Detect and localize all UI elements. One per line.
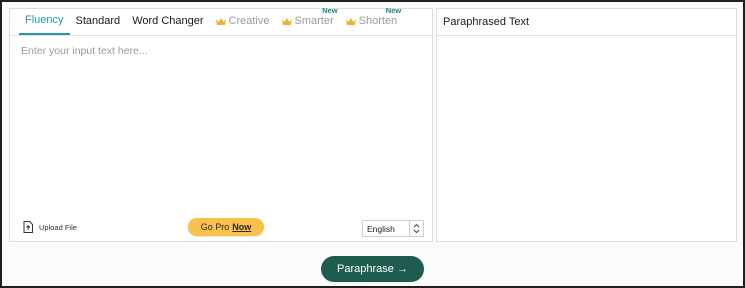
tab-label: Creative [228, 15, 270, 27]
tab-fluency[interactable]: Fluency [19, 8, 70, 35]
tab-label: Fluency [25, 14, 64, 26]
new-badge: New [385, 6, 402, 15]
select-arrows-icon [409, 221, 423, 236]
go-pro-now: Now [232, 222, 252, 232]
output-panel: Paraphrased Text [436, 8, 737, 242]
app-frame: Fluency Standard Word Changer Creative N… [0, 0, 745, 288]
tab-smarter[interactable]: New Smarter [276, 6, 340, 35]
language-select[interactable]: English [362, 220, 424, 237]
upload-file-label: Upload File [39, 222, 77, 232]
crown-icon [215, 17, 226, 25]
crown-icon [345, 17, 356, 25]
tab-label: Word Changer [132, 15, 204, 27]
tab-label: Standard [75, 15, 121, 27]
tab-creative[interactable]: Creative [210, 8, 276, 35]
paraphrase-button[interactable]: Paraphrase → [321, 256, 424, 282]
tab-standard[interactable]: Standard [70, 8, 127, 35]
input-text-field[interactable] [10, 37, 432, 207]
new-badge: New [322, 6, 338, 15]
go-pro-button[interactable]: Go Pro Now [188, 218, 264, 236]
go-pro-text: Go Pro [200, 222, 230, 232]
mode-tabs: Fluency Standard Word Changer Creative N… [10, 6, 432, 36]
language-value: English [367, 223, 395, 234]
tab-word-changer[interactable]: Word Changer [126, 8, 209, 35]
crown-icon [281, 17, 292, 25]
tab-shorten[interactable]: New Shorten [340, 6, 404, 35]
input-panel: Fluency Standard Word Changer Creative N… [9, 6, 433, 242]
upload-file-button[interactable]: Upload File [23, 221, 77, 233]
output-header: Paraphrased Text [437, 9, 736, 36]
upload-file-icon [23, 221, 33, 233]
